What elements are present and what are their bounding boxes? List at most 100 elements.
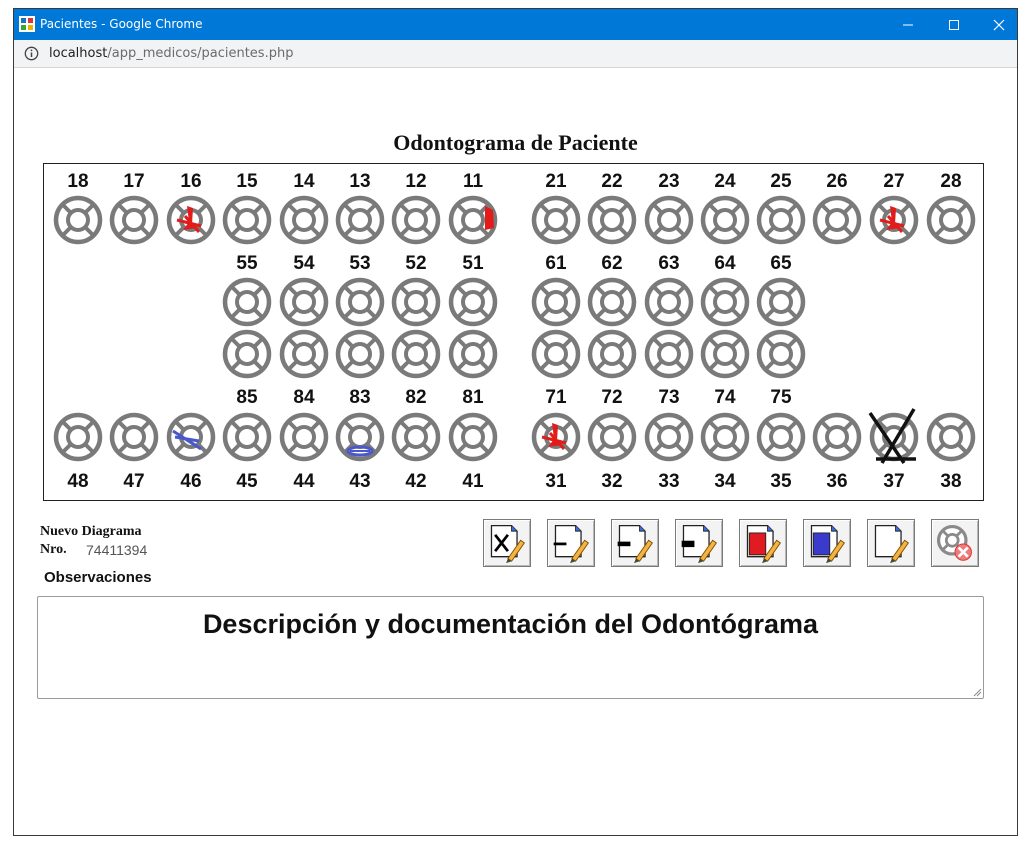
tooth-54[interactable] <box>279 277 329 327</box>
x-document-icon <box>490 525 525 564</box>
browser-window: Pacientes - Google Chrome localhost/app_… <box>13 8 1018 836</box>
tooth-43[interactable] <box>335 412 385 462</box>
url-text[interactable]: localhost/app_medicos/pacientes.php <box>49 46 293 61</box>
tooth-label-47: 47 <box>123 471 144 492</box>
maximize-button[interactable] <box>931 9 977 40</box>
tooth-label-34: 34 <box>714 471 736 492</box>
tooth-label-25: 25 <box>770 171 792 192</box>
tooth-74[interactable] <box>700 329 750 379</box>
tooth-72[interactable] <box>587 329 637 379</box>
tooth-36[interactable] <box>812 412 862 462</box>
minimize-button[interactable] <box>885 9 931 40</box>
tooth-52[interactable] <box>391 277 441 327</box>
tooth-13[interactable] <box>335 195 385 245</box>
tooth-55[interactable] <box>222 277 272 327</box>
tooth-61[interactable] <box>531 277 581 327</box>
tooth-label-43: 43 <box>349 471 370 492</box>
tool-line-thin-button[interactable] <box>547 519 595 567</box>
tooth-label-71: 71 <box>545 387 567 408</box>
tooth-label-21: 21 <box>545 171 567 192</box>
tooth-22[interactable] <box>587 195 637 245</box>
tooth-label-42: 42 <box>405 471 426 492</box>
tool-line-thick-button[interactable] <box>675 519 723 567</box>
tooth-25[interactable] <box>756 195 806 245</box>
info-icon[interactable] <box>24 46 39 61</box>
tool-mark-missing-button[interactable] <box>483 519 531 567</box>
tooth-33[interactable] <box>644 412 694 462</box>
tooth-label-45: 45 <box>236 471 258 492</box>
tooth-label-35: 35 <box>770 471 792 492</box>
tooth-14[interactable] <box>279 195 329 245</box>
tooth-label-52: 52 <box>405 253 426 274</box>
tooth-83[interactable] <box>335 329 385 379</box>
tooth-12[interactable] <box>391 195 441 245</box>
tooth-label-82: 82 <box>405 387 426 408</box>
title-bar: Pacientes - Google Chrome <box>14 9 1017 40</box>
app-icon <box>19 16 35 32</box>
tooth-81[interactable] <box>448 329 498 379</box>
tooth-37[interactable] <box>869 412 919 462</box>
tooth-label-54: 54 <box>293 253 315 274</box>
tooth-73[interactable] <box>644 329 694 379</box>
tooth-71[interactable] <box>531 329 581 379</box>
tooth-label-12: 12 <box>405 171 426 192</box>
tooth-82[interactable] <box>391 329 441 379</box>
resize-grip-icon[interactable] <box>972 687 982 697</box>
tool-color-blue-button[interactable] <box>803 519 851 567</box>
tooth-53[interactable] <box>335 277 385 327</box>
red-fill-document-icon <box>746 525 781 564</box>
tooth-24[interactable] <box>700 195 750 245</box>
tooth-label-37: 37 <box>883 471 904 492</box>
tooth-21[interactable] <box>531 195 581 245</box>
tooth-label-33: 33 <box>658 471 679 492</box>
page-title: Odontograma de Paciente <box>393 130 638 155</box>
tooth-64[interactable] <box>700 277 750 327</box>
tooth-label-74: 74 <box>714 387 736 408</box>
tooth-15[interactable] <box>222 195 272 245</box>
tooth-63[interactable] <box>644 277 694 327</box>
tooth-17[interactable] <box>109 195 159 245</box>
tooth-51[interactable] <box>448 277 498 327</box>
tool-color-red-button[interactable] <box>739 519 787 567</box>
tooth-38[interactable] <box>926 412 976 462</box>
tooth-label-65: 65 <box>770 253 792 274</box>
tooth-label-16: 16 <box>180 171 201 192</box>
tooth-65[interactable] <box>756 277 806 327</box>
tooth-84[interactable] <box>279 329 329 379</box>
tooth-42[interactable] <box>391 412 441 462</box>
number-value: 74411394 <box>86 542 148 558</box>
tooth-label-15: 15 <box>236 171 258 192</box>
tooth-label-23: 23 <box>658 171 679 192</box>
tooth-18[interactable] <box>53 195 103 245</box>
tooth-32[interactable] <box>587 412 637 462</box>
tool-clear-tooth-button[interactable] <box>931 519 979 567</box>
tooth-label-75: 75 <box>770 387 792 408</box>
tooth-label-44: 44 <box>293 471 315 492</box>
tooth-44[interactable] <box>279 412 329 462</box>
tooth-62[interactable] <box>587 277 637 327</box>
blank-document-icon <box>874 525 909 564</box>
address-bar[interactable]: localhost/app_medicos/pacientes.php <box>14 40 1017 68</box>
tooth-75[interactable] <box>756 329 806 379</box>
tooth-41[interactable] <box>448 412 498 462</box>
tooth-28[interactable] <box>926 195 976 245</box>
tooth-85[interactable] <box>222 329 272 379</box>
tooth-label-84: 84 <box>293 387 315 408</box>
tooth-34[interactable] <box>700 412 750 462</box>
new-diagram-label: Nuevo Diagrama <box>40 524 142 539</box>
tool-eraser-white-button[interactable] <box>867 519 915 567</box>
tooth-47[interactable] <box>109 412 159 462</box>
tooth-label-62: 62 <box>601 253 622 274</box>
tooth-label-24: 24 <box>714 171 736 192</box>
tooth-45[interactable] <box>222 412 272 462</box>
tool-line-medium-button[interactable] <box>611 519 659 567</box>
observations-textarea[interactable] <box>37 596 984 699</box>
tooth-label-32: 32 <box>601 471 622 492</box>
tooth-label-31: 31 <box>545 471 567 492</box>
close-button[interactable] <box>976 9 1022 40</box>
tooth-35[interactable] <box>756 412 806 462</box>
tooth-26[interactable] <box>812 195 862 245</box>
tooth-23[interactable] <box>644 195 694 245</box>
tooth-48[interactable] <box>53 412 103 462</box>
odontogram-canvas: 18 17 16 15 14 13 12 11 21 22 23 24 25 26 27 28 55 54 53 52… <box>53 171 976 492</box>
